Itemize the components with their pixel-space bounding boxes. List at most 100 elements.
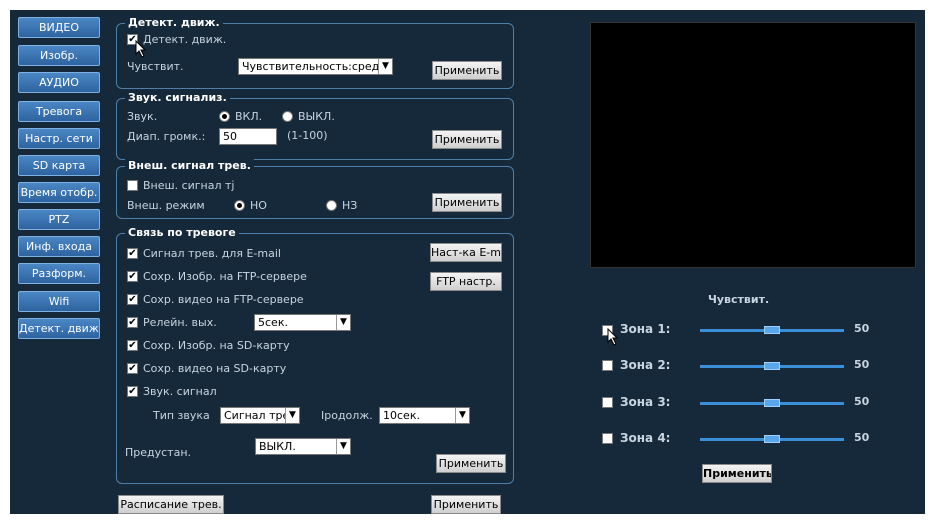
chevron-down-icon: ▼ xyxy=(378,59,392,74)
email-settings-button[interactable]: Наст-ка E-mail xyxy=(430,243,502,262)
sound-type-select[interactable]: Сигнал трев ▼ xyxy=(220,407,300,424)
mouse-pointer-icon xyxy=(607,328,619,346)
relay-duration-select[interactable]: 5сек. ▼ xyxy=(254,314,351,331)
zone-1-value: 50 xyxy=(854,322,870,335)
relay-duration-value: 5сек. xyxy=(258,316,288,329)
nav-wifi[interactable]: Wifi xyxy=(18,291,100,312)
zone-2-value: 50 xyxy=(854,358,870,371)
nav-ptz[interactable]: PTZ xyxy=(18,209,100,230)
chevron-down-icon: ▼ xyxy=(336,439,350,454)
chevron-down-icon: ▼ xyxy=(336,315,350,330)
ftp-video-checkbox[interactable]: ✔ xyxy=(127,294,138,305)
sound-alarm-legend: Звук. сигнализ. xyxy=(125,91,230,104)
email-alarm-checkbox[interactable]: ✔ xyxy=(127,248,138,259)
volume-range-label: Диап. громк.: xyxy=(127,130,206,143)
sound-off-radio[interactable] xyxy=(282,111,293,122)
motion-apply-button[interactable]: Применить xyxy=(432,61,502,80)
zone-1-slider[interactable] xyxy=(700,326,844,334)
volume-input[interactable]: 50 xyxy=(219,128,277,145)
zone-4-value: 50 xyxy=(854,431,870,444)
sound-apply-button[interactable]: Применить xyxy=(432,130,502,149)
sd-video-label: Сохр. видео на SD-карту xyxy=(143,362,287,375)
volume-range-hint: (1-100) xyxy=(287,129,328,142)
zone-2-slider[interactable] xyxy=(700,362,844,370)
alarm-link-apply-button[interactable]: Применить xyxy=(436,454,506,473)
sound-label: Звук. xyxy=(127,110,158,123)
sd-video-checkbox[interactable]: ✔ xyxy=(127,363,138,374)
nav-network[interactable]: Настр. сети xyxy=(18,128,100,149)
sd-image-label: Сохр. Изобр. на SD-карту xyxy=(143,339,290,352)
nav-motion-detect[interactable]: Детект. движ. xyxy=(18,318,100,339)
checkmark-icon: ✔ xyxy=(128,317,137,328)
sensitivity-label: Чувствит. xyxy=(127,60,184,73)
mode-no-radio[interactable] xyxy=(234,200,245,211)
external-alarm-group: Внеш. сигнал трев. Внеш. сигнал тј Внеш.… xyxy=(116,159,514,219)
mode-no-label: НО xyxy=(250,199,267,212)
sound-type-label: Тип звука xyxy=(153,409,210,422)
motion-detect-legend: Детект. движ. xyxy=(125,16,223,29)
ftp-image-label: Сохр. Изобр. на FTP-сервере xyxy=(143,270,307,283)
duration-label: Іродолж. xyxy=(321,409,373,422)
zone-3-checkbox[interactable] xyxy=(602,397,613,408)
zone-3-label: Зона 3: xyxy=(620,395,671,409)
checkmark-icon: ✔ xyxy=(128,294,137,305)
zone-1-slider-thumb[interactable] xyxy=(764,326,780,334)
motion-detect-group: Детект. движ. ✔ Детект. движ. Чувствит. … xyxy=(116,16,514,89)
zone-2-slider-thumb[interactable] xyxy=(764,362,780,370)
zone-2-label: Зона 2: xyxy=(620,358,671,372)
sd-image-checkbox[interactable]: ✔ xyxy=(127,340,138,351)
sound-off-label: ВЫКЛ. xyxy=(298,110,335,123)
zones-apply-button[interactable]: Применить xyxy=(702,464,772,483)
relay-label: Релейн. вых. xyxy=(143,316,217,329)
checkmark-icon: ✔ xyxy=(128,363,137,374)
mouse-pointer-icon xyxy=(135,40,147,58)
checkmark-icon: ✔ xyxy=(128,271,137,282)
video-preview[interactable] xyxy=(590,22,916,268)
duration-value: 10сек. xyxy=(383,409,420,422)
chevron-down-icon: ▼ xyxy=(285,408,299,423)
relay-checkbox[interactable]: ✔ xyxy=(127,317,138,328)
sound-on-label: ВКЛ. xyxy=(235,110,263,123)
external-alarm-legend: Внеш. сигнал трев. xyxy=(125,159,254,172)
mode-nc-label: НЗ xyxy=(342,199,358,212)
nav-sd-card[interactable]: SD карта xyxy=(18,155,100,176)
zone-4-slider[interactable] xyxy=(700,435,844,443)
nav-alarm[interactable]: Тревога xyxy=(18,101,100,122)
nav-time-display[interactable]: Время отобр. xyxy=(18,182,100,203)
nav-audio[interactable]: АУДИО xyxy=(18,72,100,93)
chevron-down-icon: ▼ xyxy=(455,408,469,423)
nav-video[interactable]: ВИДЕО xyxy=(18,17,100,38)
zone-1-label: Зона 1: xyxy=(620,322,671,336)
alarm-schedule-button[interactable]: Расписание трев. xyxy=(118,495,224,514)
zone-3-slider-thumb[interactable] xyxy=(764,399,780,407)
ftp-image-checkbox[interactable]: ✔ xyxy=(127,271,138,282)
zone-3-value: 50 xyxy=(854,395,870,408)
alarm-link-legend: Связь по тревоге xyxy=(125,226,239,239)
external-apply-button[interactable]: Применить xyxy=(432,193,502,212)
email-alarm-label: Сигнал трев. для E-mail xyxy=(143,247,281,260)
nav-image[interactable]: Изобр. xyxy=(18,45,100,66)
zone-4-label: Зона 4: xyxy=(620,431,671,445)
preset-label: Предустан. xyxy=(125,446,192,459)
zone-4-slider-thumb[interactable] xyxy=(764,435,780,443)
mode-nc-radio[interactable] xyxy=(326,200,337,211)
sound-alarm-group: Звук. сигнализ. Звук. ВКЛ. ВЫКЛ. Диап. г… xyxy=(116,91,514,160)
external-enable-checkbox[interactable] xyxy=(127,180,138,191)
sound-signal-checkbox[interactable]: ✔ xyxy=(127,386,138,397)
external-enable-label: Внеш. сигнал тј xyxy=(143,179,235,192)
zone-4-checkbox[interactable] xyxy=(602,433,613,444)
external-mode-label: Внеш. режим xyxy=(127,199,205,212)
nav-format[interactable]: Разформ. xyxy=(18,263,100,284)
duration-select[interactable]: 10сек. ▼ xyxy=(379,407,470,424)
zone-3-slider[interactable] xyxy=(700,399,844,407)
global-apply-button[interactable]: Применить xyxy=(431,495,501,514)
zones-title: Чувствит. xyxy=(708,293,770,306)
ftp-video-label: Сохр. видео на FTP-сервере xyxy=(143,293,304,306)
preset-select[interactable]: ВЫКЛ. ▼ xyxy=(255,438,351,455)
sensitivity-select[interactable]: Чувствительность:средняя ▼ xyxy=(238,58,393,75)
ftp-settings-button[interactable]: FTP настр. xyxy=(430,272,502,291)
nav-input-info[interactable]: Инф. входа xyxy=(18,236,100,257)
sound-on-radio[interactable] xyxy=(219,111,230,122)
checkmark-icon: ✔ xyxy=(128,248,137,259)
zone-2-checkbox[interactable] xyxy=(602,360,613,371)
